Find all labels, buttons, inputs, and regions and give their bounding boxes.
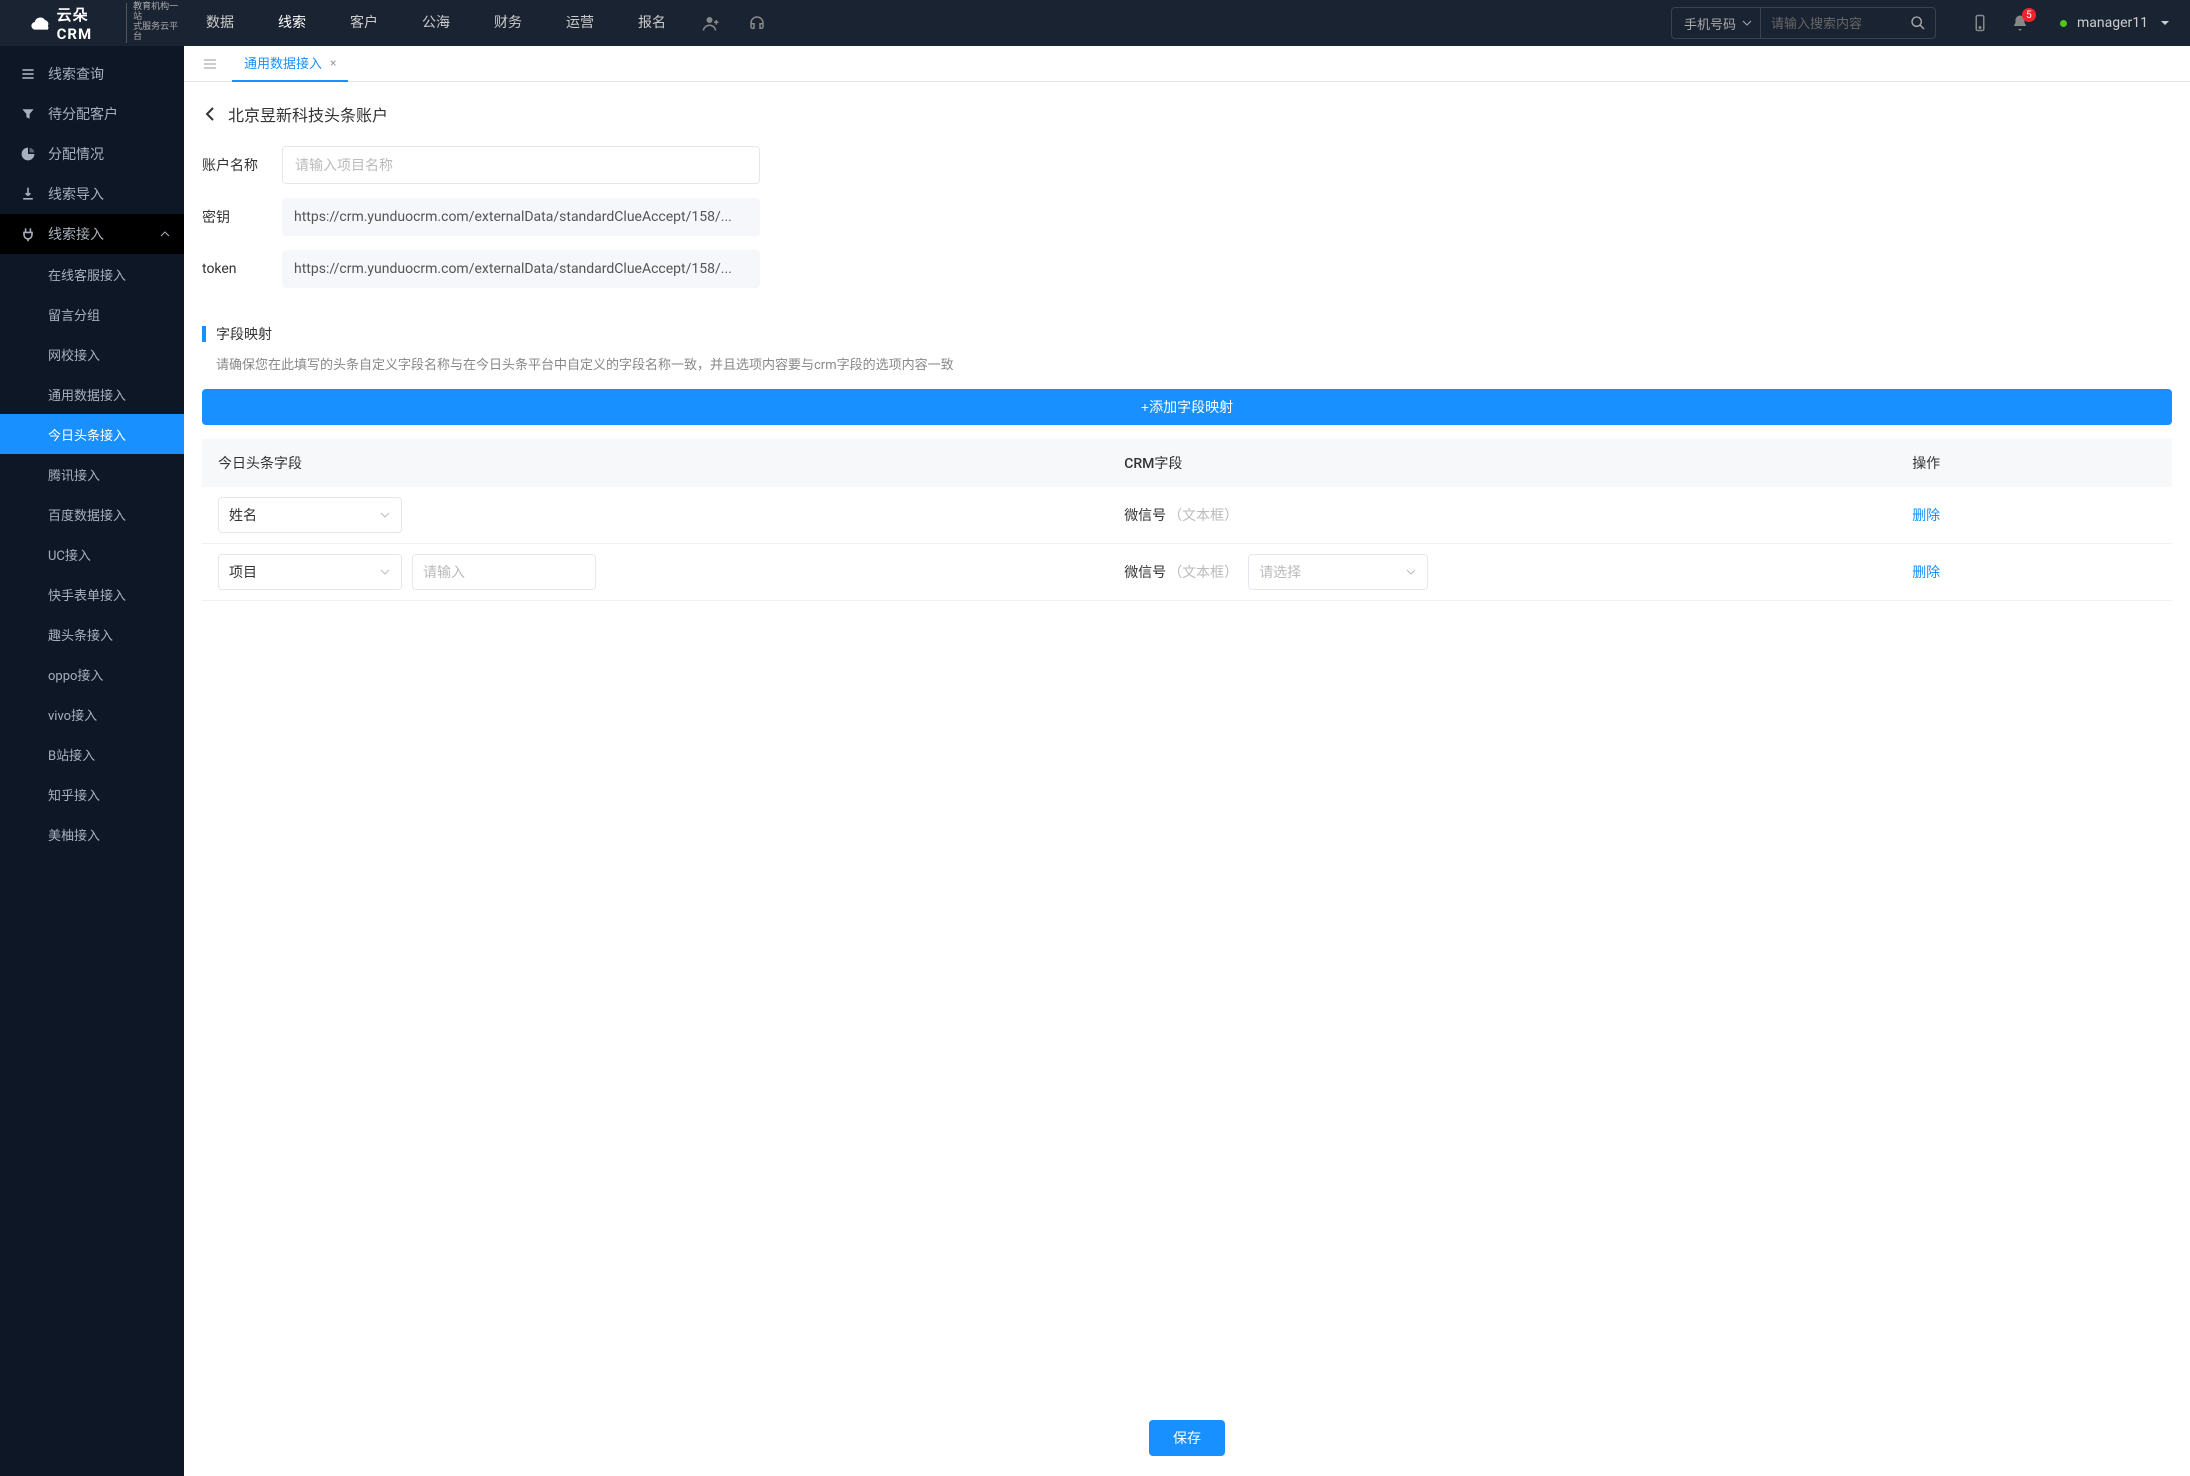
list-icon <box>20 66 36 82</box>
secret-value[interactable]: https://crm.yunduocrm.com/externalData/s… <box>282 198 760 236</box>
main-nav: 数据线索客户公海财务运营报名 <box>184 0 688 46</box>
collapse-sidebar-button[interactable] <box>196 50 224 78</box>
section-description: 请确保您在此填写的头条自定义字段名称与在今日头条平台中自定义的字段名称一致，并且… <box>202 354 2172 373</box>
top-header: 云朵CRM 教育机构一站式服务云平台 数据线索客户公海财务运营报名 手机号码 5… <box>0 0 2190 46</box>
notification-badge: 5 <box>2022 8 2036 22</box>
account-name-input[interactable] <box>282 146 760 184</box>
tabs-bar: 通用数据接入 × <box>184 46 2190 82</box>
logo-text: 云朵CRM <box>57 4 121 43</box>
section-accent-icon <box>202 326 206 342</box>
add-mapping-button[interactable]: +添加字段映射 <box>202 389 2172 425</box>
sidebar-subitem-2[interactable]: 网校接入 <box>0 334 184 374</box>
headset-icon[interactable] <box>734 14 780 32</box>
token-label: token <box>202 261 274 277</box>
username: manager11 <box>2077 15 2148 31</box>
close-icon[interactable]: × <box>330 56 336 70</box>
col-toutiao: 今日头条字段 <box>202 439 1108 487</box>
sidebar-subitem-6[interactable]: 百度数据接入 <box>0 494 184 534</box>
sidebar-subitem-9[interactable]: 趣头条接入 <box>0 614 184 654</box>
nav-item-3[interactable]: 公海 <box>400 0 472 46</box>
sidebar-subitem-11[interactable]: vivo接入 <box>0 694 184 734</box>
crm-field-label: 微信号（文本框） <box>1124 562 1238 582</box>
toutiao-extra-input[interactable] <box>412 554 596 590</box>
secret-label: 密钥 <box>202 207 274 227</box>
user-plus-icon[interactable] <box>688 14 734 32</box>
tab-active[interactable]: 通用数据接入 × <box>232 46 348 82</box>
logo[interactable]: 云朵CRM 教育机构一站式服务云平台 <box>0 0 184 46</box>
table-row: 项目 微信号（文本框） 请选择 删除 <box>202 544 2172 601</box>
search-type-select[interactable]: 手机号码 <box>1672 8 1761 38</box>
pie-icon <box>20 146 36 162</box>
chevron-down-icon <box>379 566 391 578</box>
nav-item-6[interactable]: 报名 <box>616 0 688 46</box>
chevron-up-icon <box>160 229 170 239</box>
sidebar-item-1[interactable]: 待分配客户 <box>0 94 184 134</box>
sidebar: 线索查询待分配客户分配情况线索导入线索接入在线客服接入留言分组网校接入通用数据接… <box>0 46 184 1476</box>
save-button[interactable]: 保存 <box>1149 1420 1225 1456</box>
sidebar-subitem-1[interactable]: 留言分组 <box>0 294 184 334</box>
sidebar-item-3[interactable]: 线索导入 <box>0 174 184 214</box>
chevron-down-icon <box>379 509 391 521</box>
sidebar-item-2[interactable]: 分配情况 <box>0 134 184 174</box>
back-icon[interactable] <box>202 105 220 123</box>
sidebar-subitem-8[interactable]: 快手表单接入 <box>0 574 184 614</box>
col-action: 操作 <box>1896 439 2172 487</box>
account-name-label: 账户名称 <box>202 155 274 175</box>
nav-item-2[interactable]: 客户 <box>328 0 400 46</box>
page-content: 北京昱新科技头条账户 账户名称 密钥 https://crm.yunduocrm… <box>184 82 2190 1476</box>
plug-icon <box>20 226 36 242</box>
section-title: 字段映射 <box>216 324 272 344</box>
sidebar-subitem-7[interactable]: UC接入 <box>0 534 184 574</box>
col-crm: CRM字段 <box>1108 439 1896 487</box>
status-dot-icon <box>2060 20 2067 27</box>
main-panel: 通用数据接入 × 北京昱新科技头条账户 账户名称 密钥 https://crm.… <box>184 46 2190 1476</box>
import-icon <box>20 186 36 202</box>
chevron-down-icon <box>1742 18 1752 28</box>
nav-item-1[interactable]: 线索 <box>256 0 328 46</box>
user-menu[interactable]: manager11 <box>2060 15 2170 31</box>
sidebar-item-0[interactable]: 线索查询 <box>0 54 184 94</box>
menu-fold-icon <box>203 57 217 71</box>
logo-subtitle: 教育机构一站式服务云平台 <box>126 3 184 43</box>
mapping-table: 今日头条字段 CRM字段 操作 姓名微信号（文本框）删除项目微信号（文本框）请选… <box>202 439 2172 601</box>
page-header: 北京昱新科技头条账户 <box>202 102 2172 126</box>
search-box: 手机号码 <box>1671 7 1936 39</box>
delete-row-link[interactable]: 删除 <box>1912 565 1940 581</box>
toutiao-field-select[interactable]: 姓名 <box>218 497 402 533</box>
cloud-icon <box>30 11 53 35</box>
sidebar-subitem-12[interactable]: B站接入 <box>0 734 184 774</box>
sidebar-subitem-0[interactable]: 在线客服接入 <box>0 254 184 294</box>
bell-icon[interactable]: 5 <box>2000 0 2040 46</box>
nav-item-5[interactable]: 运营 <box>544 0 616 46</box>
sidebar-subitem-13[interactable]: 知乎接入 <box>0 774 184 814</box>
crm-field-label: 微信号（文本框） <box>1124 505 1238 525</box>
sidebar-subitem-3[interactable]: 通用数据接入 <box>0 374 184 414</box>
nav-item-0[interactable]: 数据 <box>184 0 256 46</box>
crm-field-select[interactable]: 请选择 <box>1248 554 1428 590</box>
sidebar-subitem-10[interactable]: oppo接入 <box>0 654 184 694</box>
nav-item-4[interactable]: 财务 <box>472 0 544 46</box>
sidebar-subitem-14[interactable]: 美柚接入 <box>0 814 184 854</box>
toutiao-field-select[interactable]: 项目 <box>218 554 402 590</box>
mobile-icon[interactable] <box>1960 0 2000 46</box>
filter-icon <box>20 106 36 122</box>
chevron-down-icon <box>1405 566 1417 578</box>
delete-row-link[interactable]: 删除 <box>1912 508 1940 524</box>
token-value[interactable]: https://crm.yunduocrm.com/externalData/s… <box>282 250 760 288</box>
sidebar-subitem-4[interactable]: 今日头条接入 <box>0 414 184 454</box>
table-row: 姓名 微信号（文本框） 删除 <box>202 487 2172 544</box>
search-icon <box>1910 15 1926 31</box>
caret-down-icon <box>2160 18 2170 28</box>
sidebar-subitem-5[interactable]: 腾讯接入 <box>0 454 184 494</box>
search-input[interactable] <box>1761 16 1901 31</box>
page-title: 北京昱新科技头条账户 <box>228 102 388 126</box>
sidebar-item-4[interactable]: 线索接入 <box>0 214 184 254</box>
search-button[interactable] <box>1901 8 1935 38</box>
